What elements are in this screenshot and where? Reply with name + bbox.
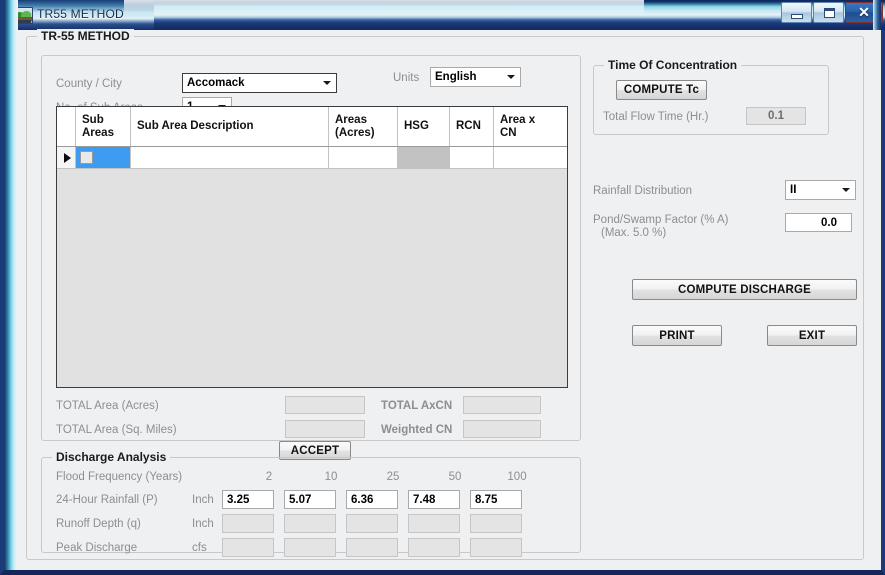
total-flow-time-field: 0.1: [746, 107, 806, 125]
grid-header-axcn-line2: CN: [500, 126, 517, 139]
rainfall-distribution-value: II: [790, 184, 797, 196]
grid-header-description[interactable]: Sub Area Description: [131, 107, 329, 146]
cell-rcn[interactable]: [450, 147, 494, 168]
rainfall-distribution-label: Rainfall Distribution: [593, 185, 693, 197]
chevron-down-icon: [507, 75, 515, 79]
application-window: TR55 METHOD ✕ TR-55 METHOD County / City…: [0, 0, 885, 575]
runoff-field-0: [222, 514, 274, 533]
peak-field-1: [284, 538, 336, 557]
rainfall-input-4[interactable]: 8.75: [470, 490, 522, 509]
rainfall-input-2[interactable]: 6.36: [346, 490, 398, 509]
pond-swamp-label: Pond/Swamp Factor (% A): [593, 214, 729, 226]
total-axcn-label: TOTAL AxCN: [381, 400, 453, 412]
peak-field-0: [222, 538, 274, 557]
grid-header-sub-areas-line2: Areas: [82, 126, 114, 139]
frequency-header-4: 100: [507, 471, 527, 483]
grid-header-rcn[interactable]: RCN: [450, 107, 494, 146]
grid-header-axcn-line1: Area x: [500, 113, 536, 126]
runoff-field-2: [346, 514, 398, 533]
county-city-label: County / City: [56, 78, 122, 90]
units-label: Units: [393, 72, 420, 84]
units-value: English: [435, 71, 477, 83]
weighted-cn-field: [463, 420, 541, 438]
frequency-header-0: 2: [265, 471, 273, 483]
cell-hsg[interactable]: [398, 147, 450, 168]
frequency-header-1: 10: [324, 471, 338, 483]
total-axcn-field: [463, 396, 541, 414]
window-controls: ✕: [780, 2, 883, 26]
tr55-method-group: TR-55 METHOD County / City Accomack No. …: [26, 29, 864, 560]
maximize-button[interactable]: [813, 2, 844, 23]
sub-area-checkbox[interactable]: [80, 151, 93, 164]
rainfall-input-1[interactable]: 5.07: [284, 490, 336, 509]
sub-area-group: County / City Accomack No. of Sub Areas …: [41, 55, 581, 441]
window-frame-left: [4, 0, 18, 570]
compute-discharge-button[interactable]: COMPUTE DISCHARGE: [632, 279, 857, 300]
peak-field-2: [346, 538, 398, 557]
client-area: TR-55 METHOD County / City Accomack No. …: [18, 29, 881, 570]
grid-header-row: Sub Areas Sub Area Description Areas (Ac…: [57, 107, 567, 147]
grid-header-areas-line1: Areas: [335, 113, 367, 126]
table-row[interactable]: [57, 147, 567, 169]
minimize-button[interactable]: [781, 2, 812, 23]
county-city-combo[interactable]: Accomack: [182, 73, 337, 93]
runoff-field-3: [408, 514, 460, 533]
total-area-sqmiles-field: [285, 420, 365, 438]
runoff-depth-label: Runoff Depth (q): [56, 518, 141, 530]
title-bar-sheen: [124, 0, 644, 30]
pond-swamp-max-label: (Max. 5.0 %): [601, 227, 667, 239]
maximize-icon: [824, 8, 835, 18]
grid-header-area-x-cn[interactable]: Area x CN: [494, 107, 567, 146]
total-area-sqmiles-label: TOTAL Area (Sq. Miles): [56, 424, 177, 436]
frequency-header-2: 25: [386, 471, 400, 483]
peak-discharge-unit: cfs: [192, 542, 207, 554]
peak-field-3: [408, 538, 460, 557]
chevron-down-icon: [323, 81, 331, 85]
compute-tc-button[interactable]: COMPUTE Tc: [616, 80, 707, 100]
print-button[interactable]: PRINT: [632, 325, 722, 346]
rainfall-input-0[interactable]: 3.25: [222, 490, 274, 509]
total-area-acres-field: [285, 396, 365, 414]
total-flow-time-label: Total Flow Time (Hr.): [603, 111, 709, 123]
grid-header-hsg[interactable]: HSG: [398, 107, 450, 146]
time-of-concentration-title: Time Of Concentration: [604, 58, 742, 72]
exit-button[interactable]: EXIT: [767, 325, 857, 346]
total-area-acres-label: TOTAL Area (Acres): [56, 400, 159, 412]
frequency-header-3: 50: [448, 471, 462, 483]
discharge-analysis-group: Discharge Analysis Flood Frequency (Year…: [41, 450, 581, 557]
minimize-icon: [791, 14, 803, 19]
peak-discharge-label: Peak Discharge: [56, 542, 138, 554]
units-combo[interactable]: English: [430, 67, 521, 87]
window-title: TR55 METHOD: [37, 7, 124, 21]
runoff-field-4: [470, 514, 522, 533]
cell-area-x-cn[interactable]: [494, 147, 567, 168]
rainfall-unit: Inch: [192, 494, 214, 506]
row-indicator-cell[interactable]: [57, 147, 76, 168]
cell-description[interactable]: [131, 147, 329, 168]
grid-header-sub-areas[interactable]: Sub Areas: [76, 107, 131, 146]
time-of-concentration-group: Time Of Concentration COMPUTE Tc Total F…: [593, 58, 829, 135]
grid-header-row-indicator: [57, 107, 76, 146]
discharge-analysis-title: Discharge Analysis: [52, 450, 171, 464]
rainfall-label: 24-Hour Rainfall (P): [56, 494, 158, 506]
grid-header-areas-acres[interactable]: Areas (Acres): [329, 107, 398, 146]
tr55-method-group-title: TR-55 METHOD: [37, 29, 134, 43]
county-city-value: Accomack: [187, 77, 245, 89]
grid-header-sub-areas-line1: Sub: [82, 113, 104, 126]
runoff-depth-unit: Inch: [192, 518, 214, 530]
rainfall-input-3[interactable]: 7.48: [408, 490, 460, 509]
sub-areas-grid[interactable]: Sub Areas Sub Area Description Areas (Ac…: [56, 106, 568, 388]
grid-header-areas-line2: (Acres): [335, 126, 375, 139]
peak-field-4: [470, 538, 522, 557]
pond-swamp-field[interactable]: 0.0: [785, 213, 852, 232]
cell-areas-acres[interactable]: [329, 147, 398, 168]
row-arrow-icon: [64, 153, 71, 163]
flood-frequency-label: Flood Frequency (Years): [56, 471, 183, 483]
cell-sub-areas[interactable]: [76, 147, 131, 168]
runoff-field-1: [284, 514, 336, 533]
title-bar[interactable]: TR55 METHOD ✕: [4, 0, 885, 30]
rainfall-distribution-combo[interactable]: II: [785, 180, 856, 200]
chevron-down-icon: [842, 188, 850, 192]
weighted-cn-label: Weighted CN: [381, 424, 453, 436]
